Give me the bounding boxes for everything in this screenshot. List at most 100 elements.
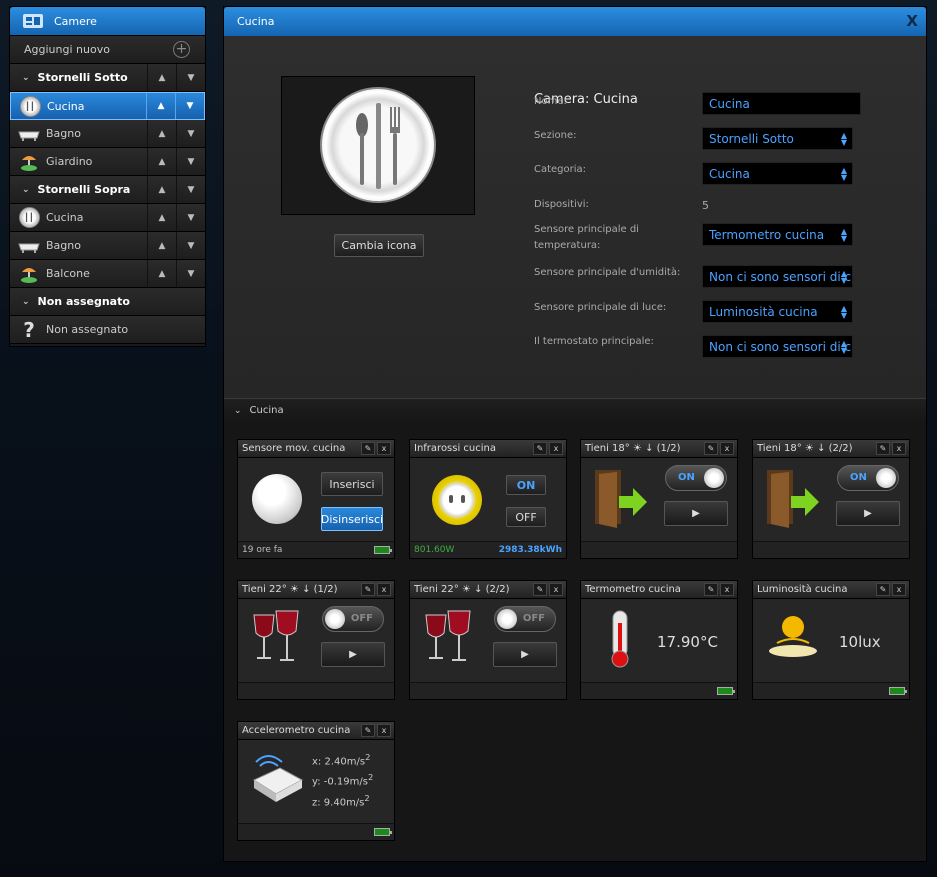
disarm-button[interactable]: Disinserisci [321, 507, 383, 531]
plate-icon [320, 87, 436, 203]
rooms-sidebar: Camere Aggiungi nuovo + ⌄ Stornelli Sott… [9, 6, 206, 347]
close-icon[interactable]: x [549, 442, 563, 455]
wrench-icon[interactable]: ✎ [876, 442, 890, 455]
sidebar-item-bagno[interactable]: Bagno ▲ ▼ [10, 232, 205, 260]
spinner-icon: ▲ ▼ [840, 339, 847, 355]
widget-scene-2: Tieni 18° ☀ ↓ (2/2) ✎ x ON ▶ [752, 439, 910, 559]
toggle-state: ON [850, 472, 867, 483]
sidebar-header: Camere [10, 7, 205, 36]
toggle-state: OFF [522, 613, 545, 624]
wrench-icon[interactable]: ✎ [533, 583, 547, 596]
room-label: Bagno [46, 127, 81, 140]
move-down-icon[interactable]: ▼ [176, 176, 205, 203]
chevron-down-icon: ⌄ [234, 405, 242, 416]
umid-select[interactable]: Non ci sono sensori di c ▲ ▼ [702, 265, 853, 288]
move-down-icon[interactable]: ▼ [176, 260, 205, 287]
move-down-icon[interactable]: ▼ [176, 120, 205, 147]
move-down-icon[interactable]: ▼ [176, 232, 205, 259]
panel-header: Cucina X [224, 7, 926, 36]
move-down-icon[interactable]: ▼ [175, 93, 204, 119]
play-button[interactable]: ▶ [664, 501, 728, 526]
play-button[interactable]: ▶ [321, 642, 385, 667]
close-icon[interactable]: x [720, 442, 734, 455]
move-up-icon[interactable]: ▲ [147, 232, 176, 259]
scene-toggle[interactable]: OFF [494, 606, 556, 632]
sezione-select[interactable]: Stornelli Sotto ▲ ▼ [702, 127, 853, 150]
devices-section-label: Cucina [249, 405, 284, 416]
widget-scene-4: Tieni 22° ☀ ↓ (2/2) ✎ x OFF ▶ [409, 580, 567, 700]
widget-title: Infrarossi cucina [414, 443, 497, 454]
wrench-icon[interactable]: ✎ [361, 583, 375, 596]
categoria-select[interactable]: Cucina ▲ ▼ [702, 162, 853, 185]
move-up-icon[interactable]: ▲ [147, 148, 176, 175]
wrench-icon[interactable]: ✎ [533, 442, 547, 455]
plate-icon: ┃┃ [19, 95, 41, 117]
sidebar-item-cucina[interactable]: ┃┃ Cucina ▲ ▼ [10, 92, 205, 120]
play-button[interactable]: ▶ [836, 501, 900, 526]
spinner-icon: ▲ ▼ [840, 269, 847, 285]
thermometer-icon [611, 610, 629, 668]
termo-label: Il termostato principale: [534, 336, 654, 347]
move-up-icon[interactable]: ▲ [147, 260, 176, 287]
rooms-icon [23, 14, 43, 28]
wrench-icon[interactable]: ✎ [704, 583, 718, 596]
move-down-icon[interactable]: ▼ [176, 148, 205, 175]
section-stornelli-sotto[interactable]: ⌄ Stornelli Sotto ▲ ▼ [10, 64, 205, 92]
move-up-icon[interactable]: ▲ [147, 120, 176, 147]
move-down-icon[interactable]: ▼ [176, 64, 205, 91]
widget-accelerometer: Accelerometro cucina ✎ x x: 2.40m/s2 y: -… [237, 721, 395, 841]
move-down-icon[interactable]: ▼ [176, 204, 205, 231]
close-icon[interactable]: x [377, 442, 391, 455]
sidebar-title: Camere [54, 14, 97, 28]
wrench-icon[interactable]: ✎ [361, 724, 375, 737]
close-icon[interactable]: x [377, 583, 391, 596]
close-icon[interactable]: x [549, 583, 563, 596]
change-icon-button[interactable]: Cambia icona [334, 234, 424, 257]
section-stornelli-sopra[interactable]: ⌄ Stornelli Sopra ▲ ▼ [10, 176, 205, 204]
sidebar-item-bagno[interactable]: Bagno ▲ ▼ [10, 120, 205, 148]
sidebar-item-balcone[interactable]: Balcone ▲ ▼ [10, 260, 205, 288]
plate-icon: ┃┃ [18, 207, 40, 228]
move-up-icon[interactable]: ▲ [147, 64, 176, 91]
battery-icon [889, 687, 907, 695]
wrench-icon[interactable]: ✎ [704, 442, 718, 455]
widget-motion-sensor: Sensore mov. cucina ✎ x Inserisci Disinse… [237, 439, 395, 559]
luce-select[interactable]: Luminosità cucina ▲ ▼ [702, 300, 853, 323]
add-room-button[interactable]: Aggiungi nuovo + [10, 36, 205, 64]
section-label: Non assegnato [37, 295, 130, 308]
scene-toggle[interactable]: ON [837, 465, 899, 491]
move-up-icon[interactable]: ▲ [146, 93, 175, 119]
smart-plug-icon [432, 475, 482, 525]
chevron-down-icon: ⌄ [22, 184, 30, 195]
close-icon[interactable]: x [720, 583, 734, 596]
battery-icon [374, 828, 392, 836]
termo-select[interactable]: Non ci sono sensori di c ▲ ▼ [702, 335, 853, 358]
widget-thermometer: Termometro cucina ✎ x 17.90°C [580, 580, 738, 700]
wrench-icon[interactable]: ✎ [361, 442, 375, 455]
close-icon[interactable]: x [377, 724, 391, 737]
arm-button[interactable]: Inserisci [321, 472, 383, 496]
devices-section-header[interactable]: ⌄ Cucina [224, 398, 926, 422]
move-up-icon[interactable]: ▲ [147, 204, 176, 231]
play-icon: ▶ [692, 508, 700, 519]
play-button[interactable]: ▶ [493, 642, 557, 667]
sidebar-item-giardino[interactable]: Giardino ▲ ▼ [10, 148, 205, 176]
sidebar-item-cucina[interactable]: ┃┃ Cucina ▲ ▼ [10, 204, 205, 232]
nome-field[interactable]: Cucina [702, 92, 861, 115]
plus-icon[interactable]: + [173, 41, 190, 58]
accel-x-exp: 2 [365, 752, 371, 762]
close-icon[interactable]: x [892, 583, 906, 596]
wrench-icon[interactable]: ✎ [876, 583, 890, 596]
room-form-area: Cambia icona Camera: Cucina Nome: Cucina… [224, 36, 926, 398]
sidebar-item-non-assegnato[interactable]: ? Non assegnato [10, 316, 205, 344]
on-button[interactable]: ON [506, 475, 546, 495]
close-icon[interactable]: X [906, 12, 918, 30]
move-up-icon[interactable]: ▲ [147, 176, 176, 203]
scene-toggle[interactable]: ON [665, 465, 727, 491]
section-non-assegnato[interactable]: ⌄ Non assegnato [10, 288, 205, 316]
temp-select[interactable]: Termometro cucina ▲ ▼ [702, 223, 853, 246]
scene-toggle[interactable]: OFF [322, 606, 384, 632]
garden-icon [21, 267, 37, 283]
close-icon[interactable]: x [892, 442, 906, 455]
off-button[interactable]: OFF [506, 507, 546, 527]
